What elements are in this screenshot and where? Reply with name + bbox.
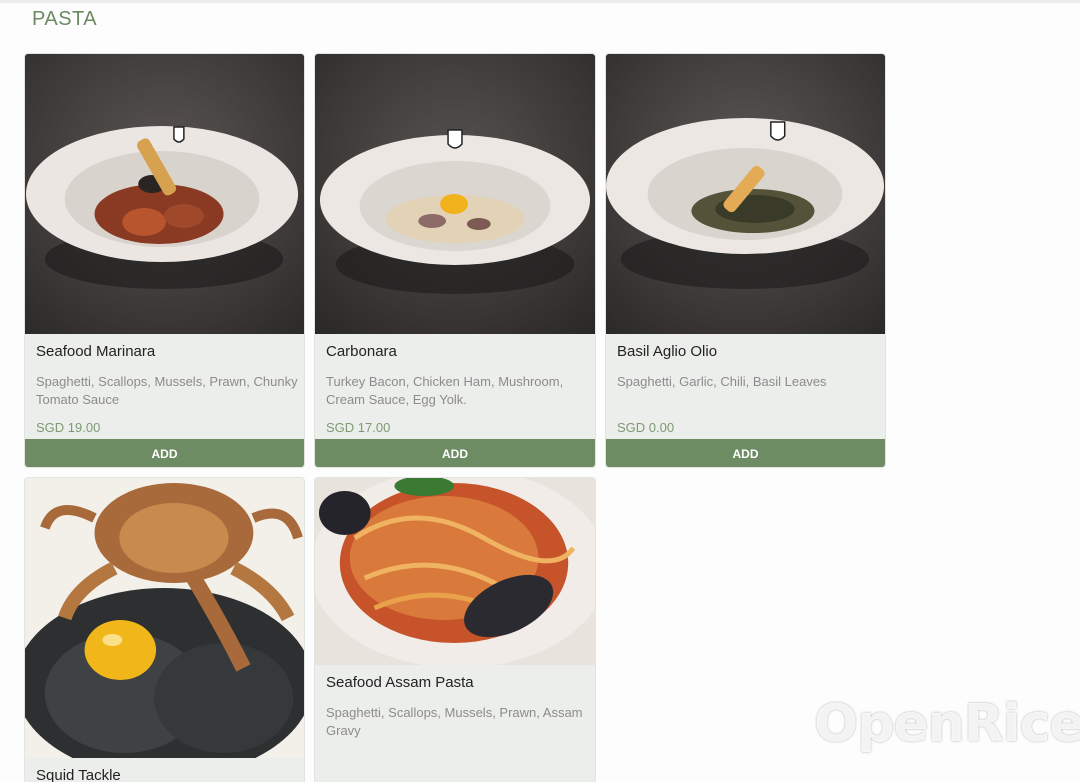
menu-item-card[interactable]: Basil Aglio Olio Spaghetti, Garlic, Chil… (605, 53, 886, 468)
item-description: Turkey Bacon, Chicken Ham, Mushroom, Cre… (326, 374, 564, 407)
section-title: PASTA (32, 8, 98, 30)
item-name: Seafood Marinara (36, 343, 156, 360)
menu-page: PASTA Seafood Marinara Spaghetti, Scallo… (0, 0, 1080, 782)
add-button[interactable]: ADD (25, 439, 304, 467)
menu-item-card[interactable]: Seafood Assam Pasta Spaghetti, Scallops,… (314, 477, 596, 782)
dish-photo (606, 54, 885, 334)
item-description: Spaghetti, Scallops, Mussels, Prawn, Ass… (326, 705, 583, 738)
item-description: Spaghetti, Scallops, Mussels, Prawn, Chu… (36, 374, 298, 407)
item-price: SGD 0.00 (617, 420, 675, 435)
menu-item-card[interactable]: Carbonara Turkey Bacon, Chicken Ham, Mus… (314, 53, 596, 468)
dish-photo (315, 54, 595, 334)
menu-item-card[interactable]: Squid Tackle (24, 477, 305, 782)
dish-photo (25, 54, 304, 334)
item-name: Basil Aglio Olio (617, 343, 718, 360)
item-name: Squid Tackle (36, 767, 121, 782)
top-divider (0, 0, 1080, 3)
dish-photo (315, 478, 595, 665)
menu-item-card[interactable]: Seafood Marinara Spaghetti, Scallops, Mu… (24, 53, 305, 468)
watermark-text: OpenRice (814, 694, 1080, 754)
item-description: Spaghetti, Garlic, Chili, Basil Leaves (617, 374, 827, 389)
openrice-watermark: OpenRice (814, 694, 1080, 754)
add-button[interactable]: ADD (315, 439, 595, 467)
item-price: SGD 17.00 (326, 420, 391, 435)
item-price: SGD 19.00 (36, 420, 101, 435)
dish-photo (25, 478, 304, 758)
item-name: Seafood Assam Pasta (326, 674, 474, 691)
add-button[interactable]: ADD (606, 439, 885, 467)
item-name: Carbonara (326, 343, 397, 360)
